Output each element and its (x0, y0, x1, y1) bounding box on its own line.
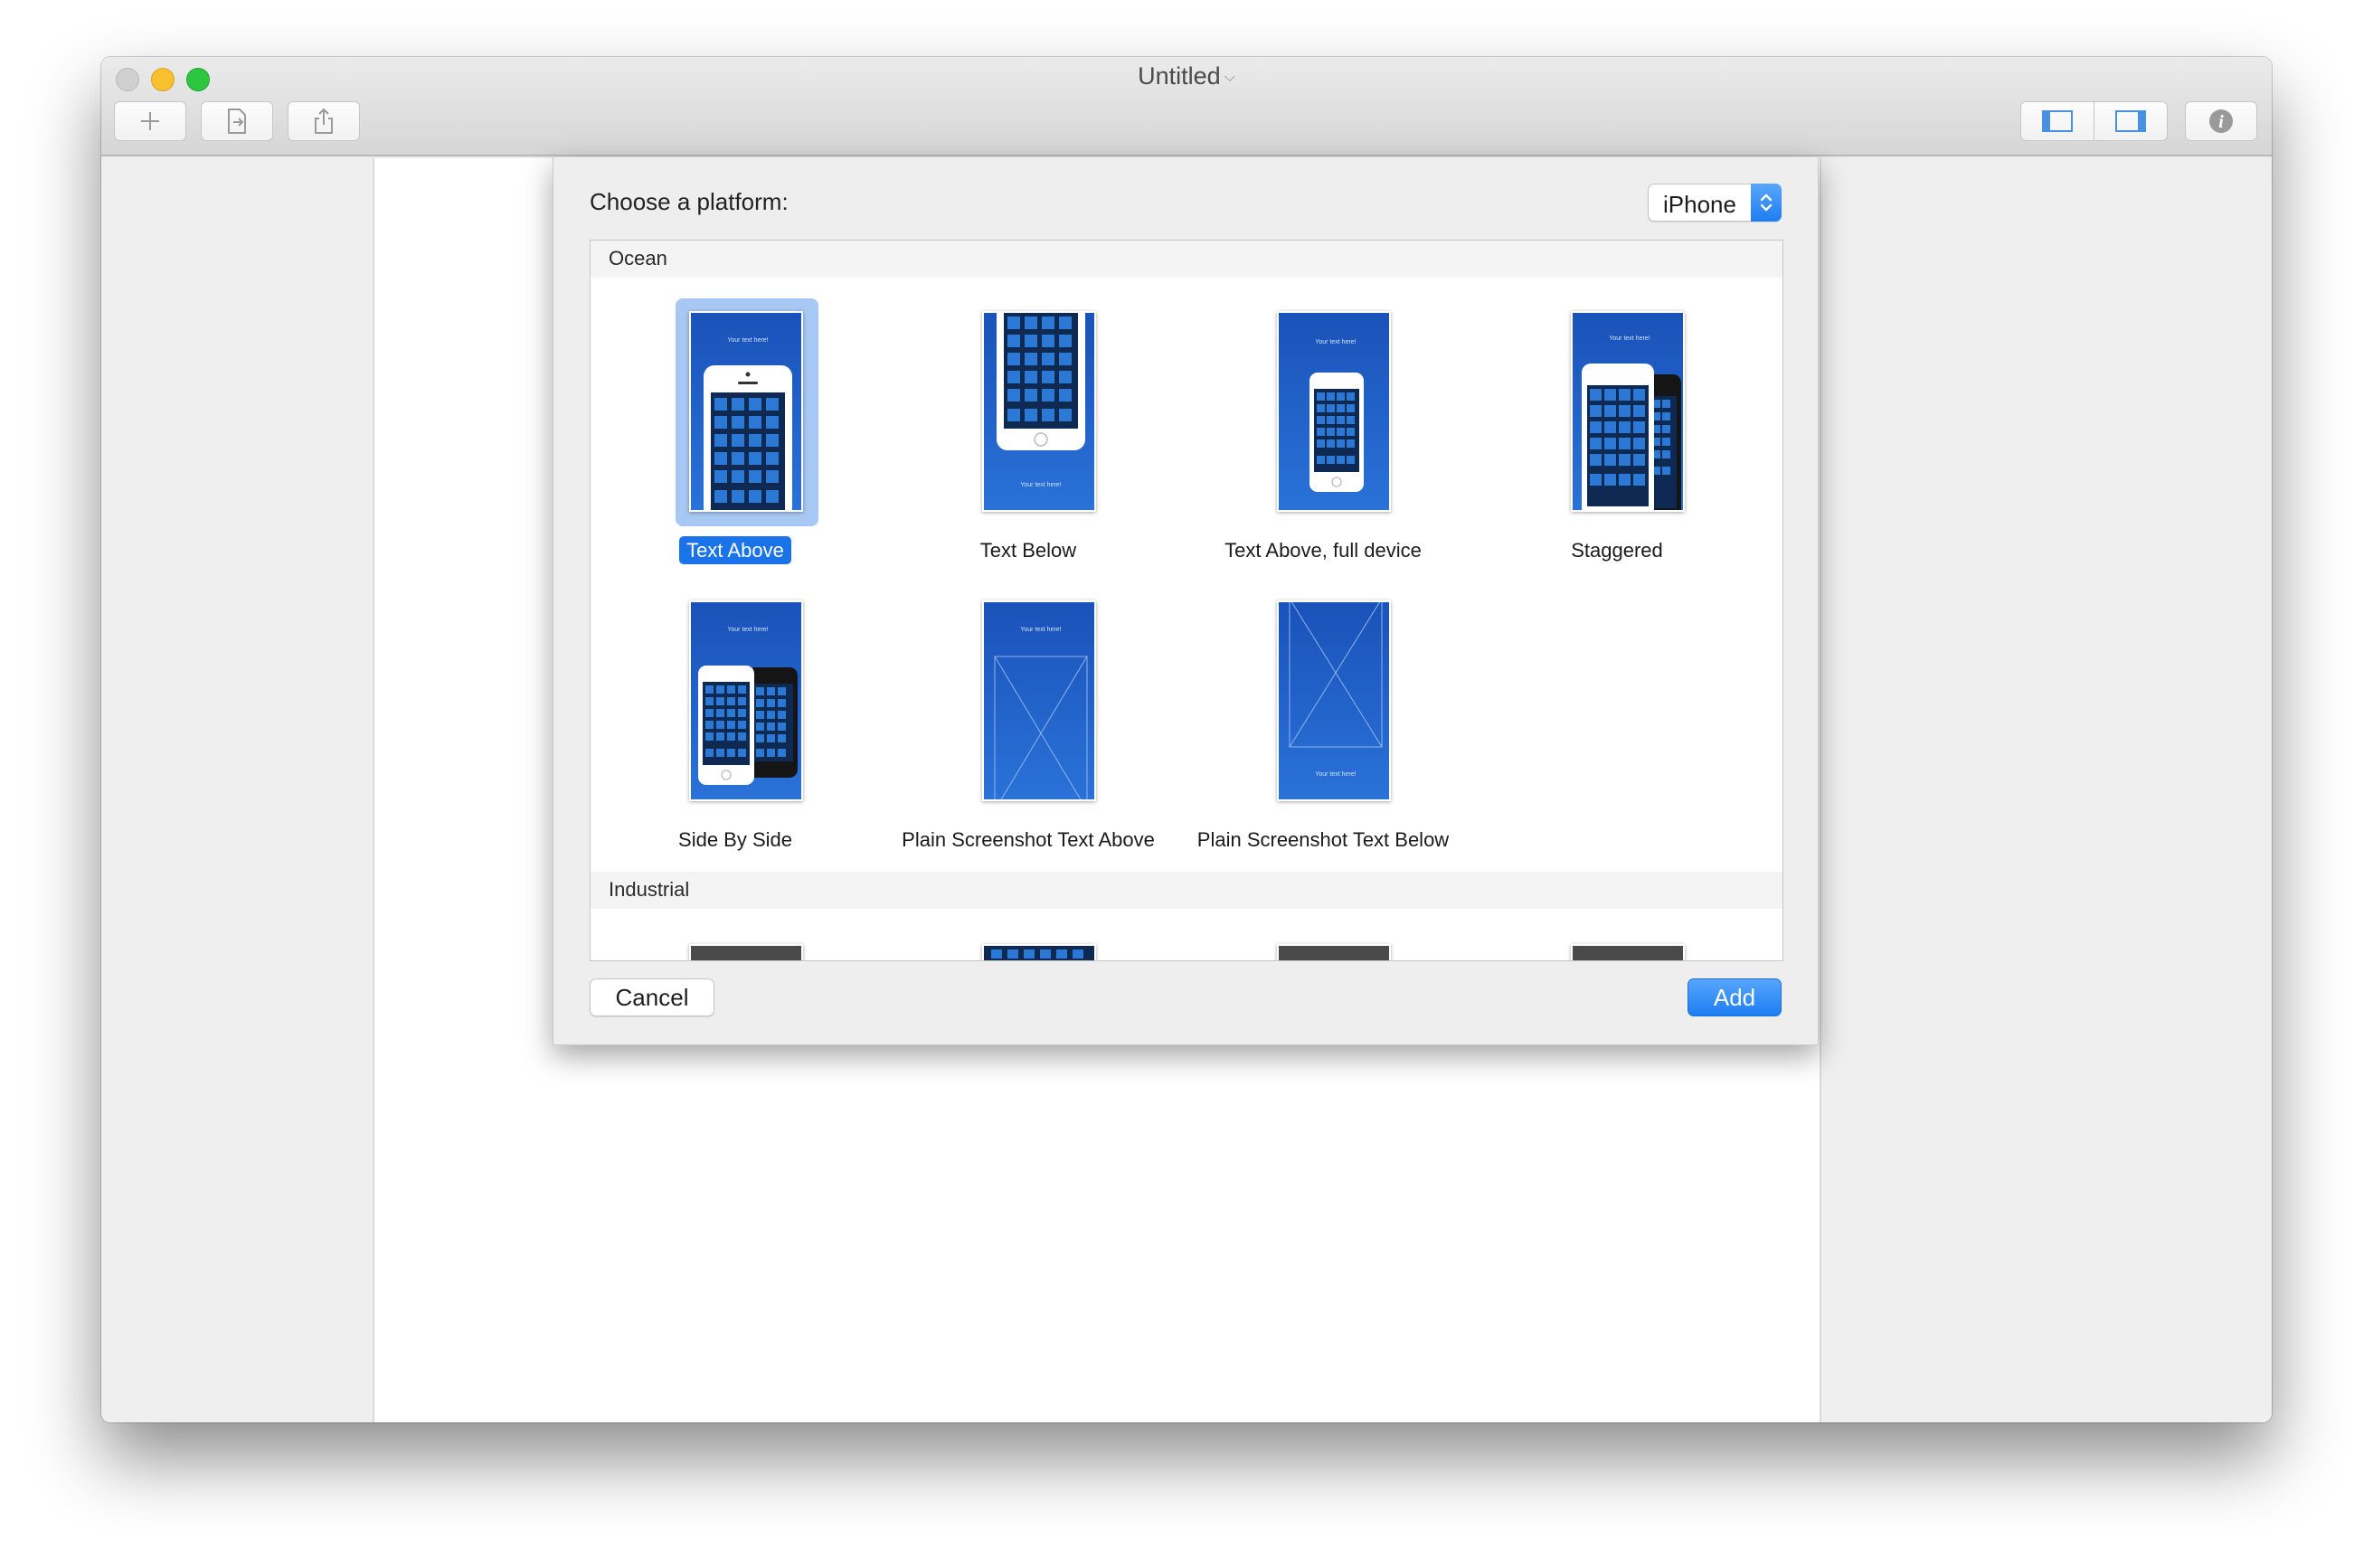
thumbnail-plain-screenshot-text-below: Your text here! (1277, 600, 1391, 801)
template-plain-screenshot-text-above[interactable]: Your text here! Plain Screenshot Text Ab… (884, 588, 1173, 877)
thumbnail-side-by-side: Your text here! (689, 600, 803, 801)
thumb-caption: Your text here! (1020, 627, 1061, 633)
template-text-above-full-device[interactable]: Your text here! Text Above, full device (1178, 298, 1468, 588)
left-sidebar-toggle-icon (2042, 110, 2073, 132)
section-header-industrial: Industrial (591, 872, 1782, 909)
industrial-thumbnail[interactable] (1571, 944, 1685, 960)
share-icon (315, 108, 333, 134)
thumb-caption: Your text here! (1609, 335, 1650, 342)
template-text-below[interactable]: Your text here! Text Below (884, 298, 1173, 588)
svg-text:i: i (2218, 112, 2224, 132)
plus-icon (141, 112, 159, 130)
thumbnail-text-below: Your text here! (982, 311, 1096, 512)
thumb-caption: Your text here! (1315, 771, 1356, 778)
add-button[interactable] (114, 101, 186, 141)
template-label: Text Above (679, 536, 791, 564)
cancel-button[interactable]: Cancel (590, 978, 714, 1016)
thumbnail-text-above: Your text here! (689, 311, 803, 512)
thumbnail-staggered: Your text here! (1571, 311, 1685, 512)
right-sidebar (1820, 158, 2272, 1422)
thumb-caption: Your text here! (1315, 339, 1356, 345)
template-text-above[interactable]: Your text here! Text Above (591, 298, 880, 588)
info-icon: i (2209, 109, 2233, 133)
thumb-caption: Your text here! (727, 627, 768, 633)
left-sidebar (101, 158, 374, 1422)
window-title[interactable]: Untitled ⌵ (101, 62, 2272, 90)
sheet-title: Choose a platform: (590, 188, 789, 215)
industrial-thumbnail[interactable] (689, 944, 803, 960)
template-label: Text Above, full device (1224, 539, 1422, 562)
template-browser[interactable]: Ocean Your text here! Text Above Your te… (590, 240, 1783, 961)
up-down-arrows-icon (1751, 184, 1782, 222)
share-button[interactable] (288, 101, 360, 141)
chevron-down-icon: ⌵ (1224, 69, 1235, 85)
template-label: Staggered (1571, 539, 1663, 562)
thumbnail-plain-screenshot-text-above: Your text here! (982, 600, 1096, 801)
template-plain-screenshot-text-below[interactable]: Your text here! Plain Screenshot Text Be… (1178, 588, 1468, 877)
thumb-caption: Your text here! (727, 337, 768, 344)
add-button[interactable]: Add (1688, 978, 1782, 1016)
industrial-thumbnail[interactable] (1277, 944, 1391, 960)
window-title-text: Untitled (1138, 62, 1221, 90)
template-label: Side By Side (678, 828, 792, 851)
template-picker-sheet: Choose a platform: iPhone Ocean Your tex… (553, 157, 1819, 1045)
industrial-thumbnail[interactable] (982, 944, 1096, 960)
toggle-left-sidebar-button[interactable] (2020, 101, 2094, 141)
template-label: Plain Screenshot Text Below (1196, 828, 1450, 851)
template-side-by-side[interactable]: Your text here! Side By Side (591, 588, 880, 877)
right-sidebar-toggle-icon (2115, 110, 2146, 132)
thumbnail-text-above-full-device: Your text here! (1277, 311, 1391, 512)
export-button[interactable] (201, 101, 273, 141)
platform-value: iPhone (1663, 191, 1736, 218)
template-label: Text Below (979, 539, 1077, 562)
toggle-right-sidebar-button[interactable] (2094, 101, 2168, 141)
section-header-ocean: Ocean (591, 241, 1782, 278)
template-label: Plain Screenshot Text Above (902, 828, 1155, 851)
export-document-icon (228, 109, 246, 134)
template-staggered[interactable]: Your text here! Staggered (1472, 298, 1762, 588)
thumb-caption: Your text here! (1020, 482, 1061, 488)
title-bar: Untitled ⌵ i (101, 57, 2272, 156)
platform-popup-button[interactable]: iPhone (1648, 184, 1782, 222)
info-button[interactable]: i (2185, 101, 2257, 141)
